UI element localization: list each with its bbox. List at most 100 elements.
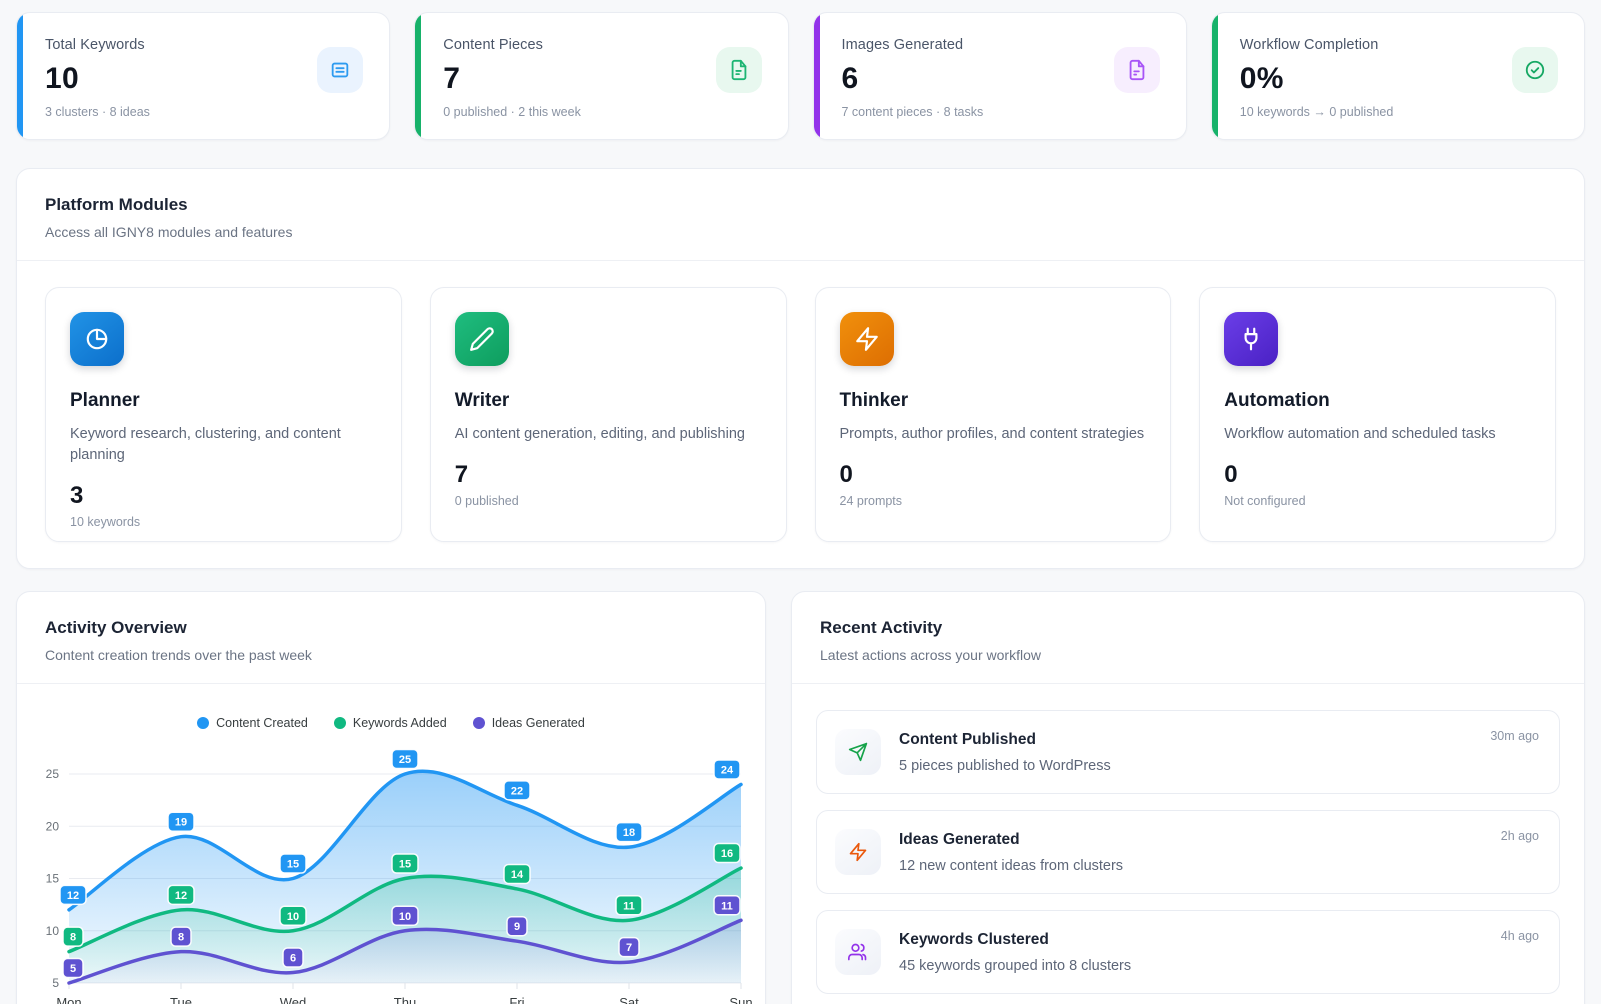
svg-text:12: 12	[67, 890, 79, 902]
svg-text:6: 6	[290, 953, 296, 965]
chart-data-label: 5	[63, 959, 83, 978]
module-name: Planner	[70, 390, 377, 412]
activity-timestamp: 30m ago	[1490, 729, 1539, 743]
activity-title: Ideas Generated	[899, 831, 1123, 849]
svg-text:15: 15	[46, 872, 60, 886]
platform-modules-header: Platform Modules Access all IGNY8 module…	[17, 169, 1584, 260]
activity-timestamp: 2h ago	[1501, 829, 1539, 843]
svg-text:18: 18	[623, 827, 635, 839]
module-value: 7	[455, 461, 762, 489]
chart-data-label: 15	[280, 854, 306, 873]
stat-value: 7	[443, 62, 761, 96]
module-subtitle: 24 prompts	[840, 494, 1147, 508]
module-subtitle: 0 published	[455, 494, 762, 508]
stat-accent-bar	[415, 13, 421, 139]
users-icon	[835, 929, 881, 975]
stat-card-content-pieces: Content Pieces70 published · 2 this week	[414, 12, 788, 140]
stat-subtitle: 3 clusters · 8 ideas	[45, 105, 363, 119]
module-description: Keyword research, clustering, and conten…	[70, 424, 377, 466]
pie-chart-icon	[70, 312, 124, 366]
platform-modules-title: Platform Modules	[45, 195, 1556, 215]
svg-text:Mon: Mon	[56, 995, 81, 1004]
pencil-icon	[455, 312, 509, 366]
stat-accent-bar	[17, 13, 23, 139]
chart-data-label: 25	[392, 750, 418, 769]
module-card-planner[interactable]: Planner Keyword research, clustering, and…	[45, 287, 402, 542]
legend-label: Content Created	[216, 716, 308, 730]
legend-item-keywords-added[interactable]: Keywords Added	[334, 716, 447, 730]
chart-data-label: 22	[504, 781, 530, 800]
stats-row: Total Keywords103 clusters · 8 ideasCont…	[16, 12, 1585, 140]
chart-legend: Content Created Keywords Added Ideas Gener…	[29, 716, 753, 730]
recent-activity-section: Recent Activity Latest actions across yo…	[791, 591, 1585, 1004]
modules-grid: Planner Keyword research, clustering, and…	[17, 261, 1584, 568]
module-value: 3	[70, 482, 377, 510]
chart-data-label: 12	[60, 885, 86, 904]
chart-data-label: 24	[714, 760, 740, 779]
svg-text:22: 22	[511, 785, 523, 797]
svg-text:Thu: Thu	[394, 995, 416, 1004]
legend-label: Ideas Generated	[492, 716, 585, 730]
svg-text:5: 5	[70, 963, 76, 975]
stat-value: 10	[45, 62, 363, 96]
chart-data-label: 11	[616, 896, 642, 915]
file-image-icon	[1114, 47, 1160, 93]
module-subtitle: 10 keywords	[70, 515, 377, 529]
module-name: Automation	[1224, 390, 1531, 412]
chart-data-label: 9	[507, 917, 527, 936]
svg-text:11: 11	[623, 900, 635, 912]
activity-overview-header: Activity Overview Content creation trend…	[17, 592, 765, 683]
legend-item-content-created[interactable]: Content Created	[197, 716, 308, 730]
stat-subtitle: 7 content pieces · 8 tasks	[842, 105, 1160, 119]
stat-card-workflow-completion: Workflow Completion0%10 keywords → 0 pub…	[1211, 12, 1585, 140]
legend-item-ideas-generated[interactable]: Ideas Generated	[473, 716, 585, 730]
activity-text: Content Published5 pieces published to W…	[899, 731, 1111, 774]
svg-text:14: 14	[511, 869, 524, 881]
zap-icon	[835, 829, 881, 875]
activity-chart-svg: 1219152522182481210151411165861097112520…	[29, 738, 755, 1004]
module-name: Writer	[455, 390, 762, 412]
chart-data-label: 15	[392, 854, 418, 873]
chart-data-label: 18	[616, 823, 642, 842]
activity-title: Keywords Clustered	[899, 931, 1131, 949]
chart-data-label: 16	[714, 844, 740, 863]
svg-text:Sun: Sun	[729, 995, 752, 1004]
svg-text:11: 11	[721, 900, 733, 912]
svg-text:Wed: Wed	[280, 995, 307, 1004]
activity-overview-title: Activity Overview	[45, 618, 737, 638]
legend-dot	[334, 717, 346, 729]
stat-card-total-keywords: Total Keywords103 clusters · 8 ideas	[16, 12, 390, 140]
legend-dot	[197, 717, 209, 729]
svg-text:8: 8	[178, 932, 184, 944]
chart-data-label: 10	[392, 906, 418, 925]
svg-text:15: 15	[287, 859, 299, 871]
platform-modules-section: Platform Modules Access all IGNY8 module…	[16, 168, 1585, 569]
stat-value: 0%	[1240, 62, 1558, 96]
activity-description: 45 keywords grouped into 8 clusters	[899, 958, 1131, 974]
chart-data-label: 8	[63, 927, 83, 946]
module-card-automation[interactable]: AutomationWorkflow automation and schedu…	[1199, 287, 1556, 542]
stat-label: Images Generated	[842, 37, 1160, 53]
svg-text:10: 10	[399, 911, 411, 923]
activity-overview-section: Activity Overview Content creation trend…	[16, 591, 766, 1004]
module-description: Prompts, author profiles, and content st…	[840, 424, 1147, 445]
activity-description: 5 pieces published to WordPress	[899, 758, 1111, 774]
activity-chart: 1219152522182481210151411165861097112520…	[29, 738, 753, 1004]
plug-icon	[1224, 312, 1278, 366]
module-value: 0	[840, 461, 1147, 489]
legend-dot	[473, 717, 485, 729]
svg-text:24: 24	[721, 764, 734, 776]
stat-label: Content Pieces	[443, 37, 761, 53]
svg-text:16: 16	[721, 848, 733, 860]
stat-value: 6	[842, 62, 1160, 96]
module-card-writer[interactable]: WriterAI content generation, editing, an…	[430, 287, 787, 542]
activity-timestamp: 4h ago	[1501, 929, 1539, 943]
module-card-thinker[interactable]: ThinkerPrompts, author profiles, and con…	[815, 287, 1172, 542]
chart-area: Content Created Keywords Added Ideas Gener…	[17, 684, 765, 1004]
chart-data-label: 11	[714, 896, 740, 915]
recent-activity-header: Recent Activity Latest actions across yo…	[792, 592, 1584, 683]
recent-activity-subtitle: Latest actions across your workflow	[820, 647, 1556, 663]
file-text-icon	[716, 47, 762, 93]
activity-item-content-published: Content Published5 pieces published to W…	[816, 710, 1560, 794]
svg-text:19: 19	[175, 817, 187, 829]
